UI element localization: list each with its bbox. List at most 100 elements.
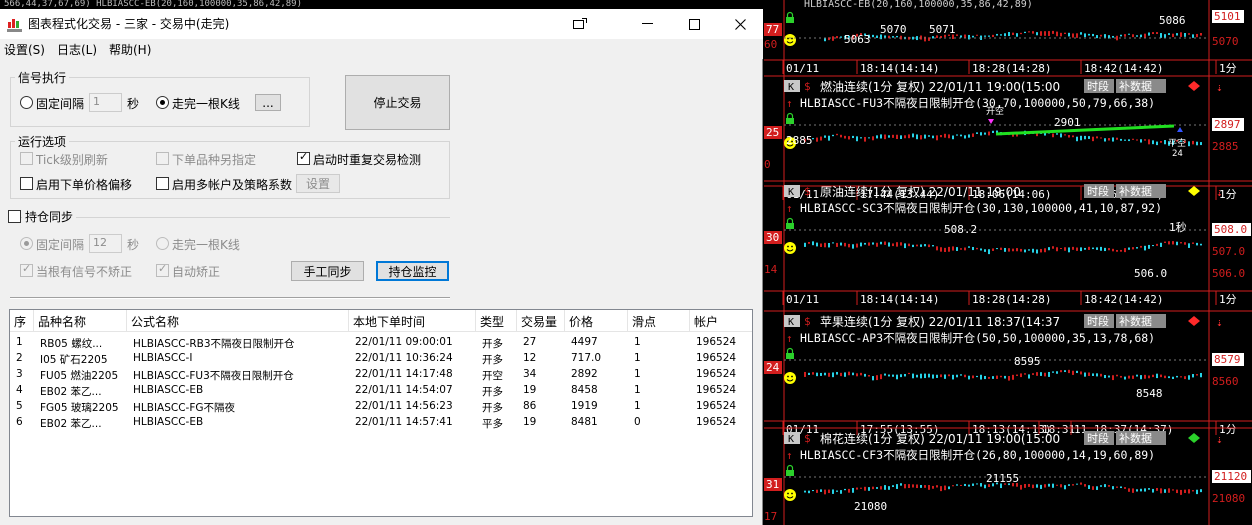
- panel-0-candle: [888, 135, 890, 138]
- panel-2-candle: [908, 372, 910, 375]
- panel-3-right-tick-1: 21080: [1212, 492, 1245, 505]
- close-button[interactable]: [717, 9, 763, 39]
- panel-3-candle: [904, 484, 906, 489]
- panel-1-candle: [988, 249, 990, 255]
- panel-2-candle: [1004, 375, 1006, 379]
- panel-2-candle: [1168, 376, 1170, 379]
- panel-1-candle: [1020, 248, 1022, 252]
- panel-1-left-tick-0: 30: [766, 231, 779, 244]
- col-header-seq[interactable]: 序: [10, 310, 34, 332]
- panel-2-candle: [888, 374, 890, 377]
- panel-1-smiley-icon-eye: [787, 245, 789, 248]
- title-bar[interactable]: 图表程式化交易 - 三家 - 交易中(走完): [0, 9, 763, 39]
- top-candle: [992, 34, 994, 38]
- col-header-account[interactable]: 帐户: [690, 310, 752, 332]
- panel-2-candle: [1092, 373, 1094, 376]
- position-monitor-button[interactable]: 持仓监控: [376, 261, 449, 281]
- panel-3-candle: [1176, 489, 1178, 494]
- panel-1-candle: [944, 247, 946, 253]
- sync-interval-input[interactable]: 12: [89, 234, 122, 253]
- menu-log[interactable]: 日志(L): [57, 41, 97, 58]
- panel-2-candle: [804, 371, 806, 377]
- panel-0-left-tick-1: 0: [764, 158, 771, 171]
- restart-check-checkbox[interactable]: ✓: [297, 150, 310, 165]
- panel-0-candle: [856, 136, 858, 142]
- col-header-formula[interactable]: 公式名称: [127, 310, 349, 332]
- top-candle: [1116, 35, 1118, 41]
- panel-0-dollar-icon: $: [804, 80, 811, 93]
- col-header-type[interactable]: 类型: [476, 310, 517, 332]
- col-header-instrument[interactable]: 品种名称: [34, 310, 127, 332]
- signal-bar-complete-radio[interactable]: [156, 96, 169, 109]
- trade-log-table[interactable]: 序 品种名称 公式名称 本地下单时间 类型 交易量 价格 滑点 帐户 1 RB05…: [9, 309, 753, 517]
- col-header-order-time[interactable]: 本地下单时间: [349, 310, 476, 332]
- order-other-instrument-checkbox[interactable]: [156, 152, 169, 165]
- panel-1-candle: [1200, 243, 1202, 246]
- panel-0-candle: [864, 136, 866, 142]
- panel-3-candle: [1136, 489, 1138, 492]
- restore-layout-icon[interactable]: [557, 9, 603, 39]
- top-candle: [1140, 34, 1142, 38]
- auto-correct-checkbox[interactable]: ✓: [156, 262, 169, 277]
- panel-3-candle: [908, 484, 910, 489]
- panel-3-candle: [1060, 484, 1062, 488]
- top-label-5086: 5086: [1159, 14, 1186, 27]
- chart-area[interactable]: HLBIASCC-EB(20,160,100000,35,86,42,89) 77…: [764, 0, 1252, 525]
- no-correct-checkbox[interactable]: ✓: [20, 262, 33, 277]
- top-candle: [1056, 31, 1058, 37]
- stop-trading-button[interactable]: 停止交易: [345, 75, 450, 130]
- sync-bar-complete-radio[interactable]: [156, 237, 169, 250]
- panel-2-candle: [848, 371, 850, 376]
- menu-settings[interactable]: 设置(S): [4, 41, 45, 58]
- row-price: 4497: [571, 336, 598, 348]
- price-offset-checkbox[interactable]: [20, 177, 33, 190]
- panel-1-candle: [1184, 242, 1186, 245]
- panel-2-candle: [996, 375, 998, 379]
- panel-2-candle: [1048, 371, 1050, 377]
- panel-2-candle: [1196, 374, 1198, 376]
- panel-1-candle: [1100, 246, 1102, 251]
- signal-fixed-interval-radio[interactable]: [20, 96, 33, 109]
- panel-0-candle: [1052, 133, 1054, 138]
- panel-0-candle: [1076, 136, 1078, 142]
- menu-help[interactable]: 帮助(H): [109, 41, 151, 58]
- panel-0-k-label: K: [788, 82, 794, 93]
- tick-refresh-checkbox[interactable]: [20, 152, 33, 165]
- panel-3-candle: [828, 489, 830, 494]
- signal-interval-input[interactable]: 1: [89, 93, 122, 112]
- panel-1-candle: [1116, 249, 1118, 252]
- panel-2-candle: [1012, 374, 1014, 380]
- panel-0-label-4: 24: [1172, 149, 1183, 159]
- panel-1-candle: [1012, 248, 1014, 252]
- panel-0-candle: [1068, 135, 1070, 138]
- panel-2-name: 苹果连续(1分 复权) 22/01/11 18:37(14:37: [820, 314, 1060, 329]
- sync-fixed-interval-radio[interactable]: [20, 237, 33, 250]
- panel-0-candle: [1092, 136, 1094, 142]
- multi-account-checkbox[interactable]: [156, 177, 169, 190]
- panel-1-candle: [836, 242, 838, 247]
- panel-0-candle: [1144, 139, 1146, 141]
- col-header-slippage[interactable]: 滑点: [628, 310, 690, 332]
- panel-1-label-0: 508.2: [944, 223, 977, 236]
- signal-exec-legend: 信号执行: [15, 69, 70, 86]
- panel-0-candle: [1056, 133, 1058, 135]
- minimize-button[interactable]: [625, 9, 671, 39]
- signal-more-button[interactable]: ...: [255, 94, 281, 111]
- position-sync-checkbox[interactable]: [8, 210, 21, 223]
- col-header-price[interactable]: 价格: [565, 310, 628, 332]
- panel-1-candle: [952, 246, 954, 251]
- panel-3-label-0: 21155: [986, 472, 1019, 485]
- top-candle: [996, 33, 998, 36]
- panel-3-candle: [924, 485, 926, 488]
- panel-2-smiley-icon: [784, 372, 796, 384]
- maximize-button[interactable]: [671, 9, 717, 39]
- multi-account-settings-button[interactable]: 设置: [296, 174, 340, 193]
- top-label-5070: 5070: [880, 23, 907, 36]
- panel-0-candle: [1200, 142, 1202, 146]
- col-header-volume[interactable]: 交易量: [517, 310, 565, 332]
- panel-3-candle: [948, 486, 950, 490]
- panel-0-candle: [968, 134, 970, 138]
- manual-sync-button[interactable]: 手工同步: [291, 261, 364, 281]
- panel-3-candle: [844, 488, 846, 491]
- panel-2-candle: [1040, 372, 1042, 376]
